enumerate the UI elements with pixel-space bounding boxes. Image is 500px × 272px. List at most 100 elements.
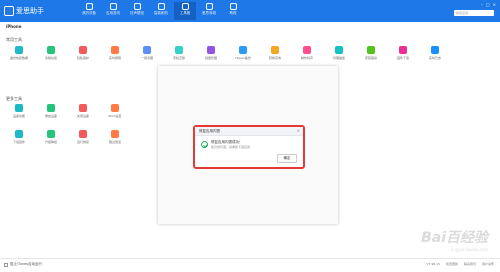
- tool-icon: [111, 130, 119, 138]
- tool-label: 转换高效: [268, 56, 281, 60]
- tool-icon: [399, 46, 407, 54]
- success-check-icon: [201, 141, 208, 148]
- tool-item[interactable]: 隐私保护: [72, 46, 94, 60]
- tool-label: 实时屏幕: [108, 56, 121, 60]
- tool-item[interactable]: 运行恢复: [72, 130, 94, 144]
- tool-icon: [47, 130, 55, 138]
- device-name[interactable]: iPhone: [6, 24, 21, 29]
- device-icon: [85, 3, 93, 10]
- app-name: 爱思助手: [16, 7, 44, 15]
- search-input[interactable]: 搜索应用: [454, 10, 494, 16]
- tool-label: 安装驱动: [364, 56, 377, 60]
- tool-item[interactable]: 清除垃圾: [40, 46, 62, 60]
- window-controls: – □ ×: [481, 2, 496, 7]
- tool-label: 关闭设备: [76, 114, 89, 118]
- tool-item[interactable]: 转换高效: [264, 46, 286, 60]
- tool-icon: [15, 104, 23, 112]
- tool-label: IPCC设置: [108, 114, 122, 118]
- watermark: Bai百经验 jingyan.baidu.com: [408, 227, 488, 257]
- tool-label: 下载固件: [12, 140, 25, 144]
- dialog-title-bar: 修复应用闪退 ×: [195, 127, 303, 136]
- tool-label: 运行恢复: [76, 140, 89, 144]
- close-icon[interactable]: ×: [493, 2, 496, 7]
- tool-icon: [111, 104, 119, 112]
- nav-flash[interactable]: 智能刷机: [150, 2, 172, 20]
- tool-label: 隐私保护: [76, 56, 89, 60]
- tool-label: 实时日志: [428, 56, 441, 60]
- tool-label: 管理描述: [332, 56, 345, 60]
- tool-item[interactable]: 重启设备: [40, 104, 62, 118]
- status-bar: 阻止iTunes自动运行 V7.98.15 检查更新 联系我们 用户关怀: [0, 258, 500, 272]
- tool-item[interactable]: 关闭设备: [72, 104, 94, 118]
- tool-item[interactable]: 实时屏幕: [104, 46, 126, 60]
- tool-item[interactable]: iTunes备份: [232, 46, 254, 60]
- nav-tutorial[interactable]: 教程: [222, 2, 244, 20]
- tool-label: 重启设备: [44, 114, 57, 118]
- block-itunes-checkbox[interactable]: [4, 263, 8, 267]
- dialog-title: 修复应用闪退: [199, 129, 220, 133]
- tutorial-icon: [229, 3, 237, 10]
- dialog-close-icon[interactable]: ×: [297, 127, 300, 135]
- tool-item[interactable]: 升级降级: [40, 130, 62, 144]
- tool-label: 制作铃声: [300, 56, 313, 60]
- tool-icon: [367, 46, 375, 54]
- tool-item[interactable]: 设备功能: [8, 104, 30, 118]
- tool-item[interactable]: 一键清理: [136, 46, 158, 60]
- contact-link[interactable]: 联系我们: [464, 262, 476, 266]
- tool-icon: [79, 104, 87, 112]
- tool-icon: [175, 46, 183, 54]
- tool-icon: [15, 46, 23, 54]
- app-logo: 爱思助手: [4, 5, 46, 17]
- tool-item[interactable]: 安装驱动: [360, 46, 382, 60]
- user-care-link[interactable]: 用户关怀: [482, 262, 494, 266]
- check-update-link[interactable]: 检查更新: [446, 262, 458, 266]
- tool-label: 清除垃圾: [44, 56, 57, 60]
- tool-item[interactable]: 实时日志: [424, 46, 446, 60]
- nav-my-device[interactable]: 我的设备: [78, 2, 100, 20]
- tool-item[interactable]: 备份恢复数据: [8, 46, 30, 60]
- tool-item[interactable]: 制作铃声: [296, 46, 318, 60]
- tool-icon: [271, 46, 279, 54]
- tool-icon: [143, 46, 151, 54]
- tool-item[interactable]: 下载固件: [8, 130, 30, 144]
- tool-icon: [303, 46, 311, 54]
- nav-apps[interactable]: 应用游戏: [102, 2, 124, 20]
- logo-icon: [4, 6, 14, 16]
- top-nav-bar: 爱思助手 我的设备 应用游戏 铃声壁纸 智能刷机 工具箱 爱思商城 教程 – □…: [0, 0, 500, 22]
- tool-icon: [15, 130, 23, 138]
- apps-icon: [109, 3, 117, 10]
- watermark-text: Bai百经验: [421, 230, 488, 246]
- tool-item[interactable]: 管理描述: [328, 46, 350, 60]
- tool-label: 备份恢复数据: [9, 56, 28, 60]
- section-more-title: 更多工具: [6, 96, 22, 101]
- tool-icon: [335, 46, 343, 54]
- tool-item[interactable]: IPCC设置: [104, 104, 126, 118]
- version-text: V7.98.15: [426, 262, 440, 266]
- tool-item[interactable]: 批量管理: [200, 46, 222, 60]
- tool-icon: [47, 104, 55, 112]
- tool-item[interactable]: 跳过激活: [104, 130, 126, 144]
- tool-label: 固件下载: [396, 56, 409, 60]
- nav-store[interactable]: 爱思商城: [198, 2, 220, 20]
- tool-icon: [79, 130, 87, 138]
- minimize-icon[interactable]: –: [481, 2, 483, 7]
- flash-icon: [157, 3, 165, 10]
- tool-label: iTunes备份: [235, 56, 251, 60]
- repair-result-dialog: 修复应用闪退 × 修复应用闪退成功！ 如仍然闪退，请重新下载应用 确定: [193, 125, 305, 169]
- tool-item[interactable]: 手机迁移: [168, 46, 190, 60]
- tool-label: 一键清理: [140, 56, 153, 60]
- tool-label: 设备功能: [12, 114, 25, 118]
- tool-icon: [239, 46, 247, 54]
- tool-icon: [47, 46, 55, 54]
- tool-item[interactable]: 固件下载: [392, 46, 414, 60]
- ok-button[interactable]: 确定: [277, 154, 297, 163]
- tool-label: 升级降级: [44, 140, 57, 144]
- section-common-title: 常用工具: [6, 37, 22, 42]
- tool-label: 批量管理: [204, 56, 217, 60]
- nav-toolbox[interactable]: 工具箱: [174, 2, 196, 20]
- nav-ringtones[interactable]: 铃声壁纸: [126, 2, 148, 20]
- tool-label: 手机迁移: [172, 56, 185, 60]
- maximize-icon[interactable]: □: [486, 2, 490, 7]
- tool-icon: [111, 46, 119, 54]
- dialog-sub-message: 如仍然闪退，请重新下载应用: [211, 145, 251, 149]
